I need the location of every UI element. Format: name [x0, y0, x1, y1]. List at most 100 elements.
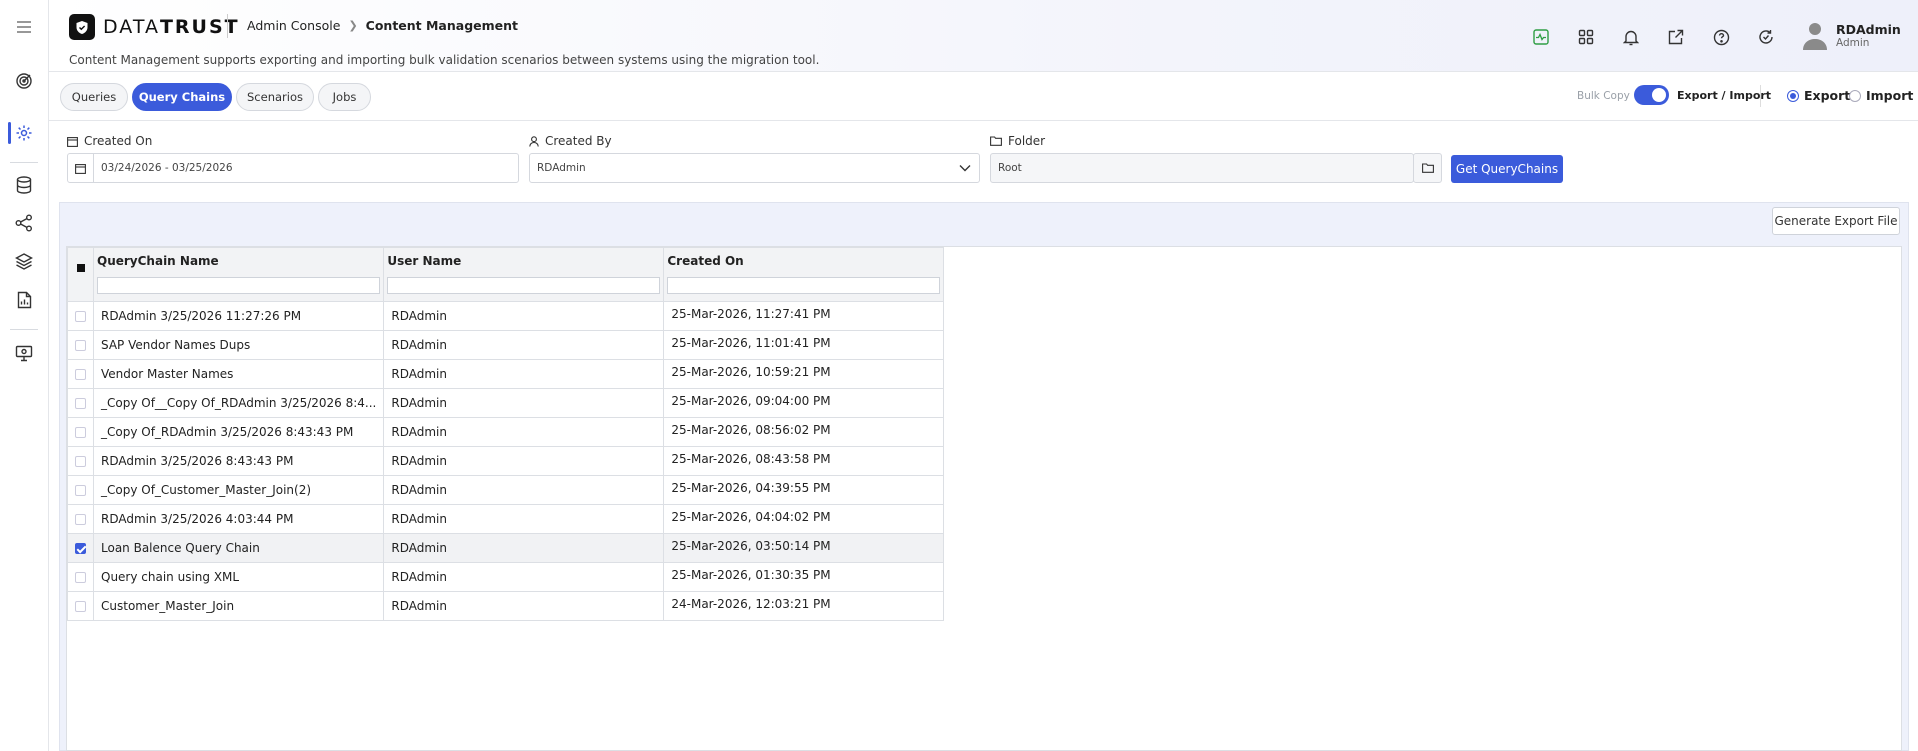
activity-icon[interactable]: [1530, 26, 1552, 48]
row-checkbox-cell[interactable]: [67, 417, 94, 447]
import-radio[interactable]: Import: [1849, 88, 1913, 103]
column-header-created[interactable]: Created On: [663, 247, 945, 302]
date-range-input[interactable]: 03/24/2026 - 03/25/2026: [67, 153, 519, 183]
row-checkbox[interactable]: [75, 484, 86, 496]
created-by-select[interactable]: RDAdmin: [529, 153, 980, 183]
folder-input[interactable]: Root: [990, 153, 1414, 183]
tab-jobs[interactable]: Jobs: [318, 83, 371, 111]
table-row[interactable]: _Copy Of__Copy Of_RDAdmin 3/25/2026 8:4.…: [67, 388, 945, 418]
share-nodes-icon[interactable]: [13, 212, 35, 234]
folder-browse-button[interactable]: [1413, 153, 1442, 183]
table-row[interactable]: RDAdmin 3/25/2026 8:43:43 PM RDAdmin 25-Ma…: [67, 446, 945, 476]
tab-query-chains[interactable]: Query Chains: [132, 83, 232, 111]
bell-icon[interactable]: [1620, 26, 1642, 48]
calendar-icon[interactable]: [68, 154, 94, 182]
table-row[interactable]: RDAdmin 3/25/2026 11:27:26 PM RDAdmin 25-M…: [67, 301, 945, 331]
row-checkbox[interactable]: [75, 310, 86, 322]
row-checkbox-cell[interactable]: [67, 388, 94, 418]
row-checkbox[interactable]: [75, 339, 86, 351]
row-checkbox[interactable]: [75, 542, 86, 554]
row-checkbox[interactable]: [75, 513, 86, 525]
row-checkbox[interactable]: [75, 600, 86, 612]
select-all-header[interactable]: [67, 247, 94, 302]
row-checkbox[interactable]: [75, 368, 86, 380]
table-row[interactable]: RDAdmin 3/25/2026 4:03:44 PM RDAdmin 25-Ma…: [67, 504, 945, 534]
row-checkbox[interactable]: [75, 571, 86, 583]
menu-icon[interactable]: [13, 16, 35, 38]
row-checkbox-cell[interactable]: [67, 533, 94, 563]
column-header-name[interactable]: QueryChain Name: [92, 247, 385, 302]
table-row[interactable]: Query chain using XML RDAdmin 25-Mar-2026,…: [67, 562, 945, 592]
querychain-name-cell: Vendor Master Names: [92, 359, 385, 389]
querychain-name-cell: RDAdmin 3/25/2026 8:43:43 PM: [92, 446, 385, 476]
querychain-name-cell: SAP Vendor Names Dups: [92, 330, 385, 360]
table-row[interactable]: Loan Balence Query Chain RDAdmin 25-Mar-20…: [67, 533, 945, 563]
row-checkbox-cell[interactable]: [67, 591, 94, 621]
tab-queries[interactable]: Queries: [60, 83, 128, 111]
table-row[interactable]: Vendor Master Names RDAdmin 25-Mar-2026, 1…: [67, 359, 945, 389]
toolbar-divider: [1760, 85, 1761, 107]
settings-icon[interactable]: [13, 122, 35, 144]
chevron-right-icon: ❯: [348, 19, 358, 32]
querychain-name-cell: Customer_Master_Join: [92, 591, 385, 621]
export-import-label: Export / Import: [1677, 89, 1772, 102]
header-actions: [1530, 26, 1777, 48]
row-checkbox-cell[interactable]: [67, 475, 94, 505]
avatar: [1802, 20, 1828, 50]
folder-value: Root: [998, 162, 1022, 174]
user-role: Admin: [1836, 36, 1870, 49]
logo-text: DATATRUST: [103, 16, 240, 38]
created-on-cell: 25-Mar-2026, 03:50:14 PM: [663, 533, 945, 563]
row-checkbox[interactable]: [75, 455, 86, 467]
user-name-cell: RDAdmin: [383, 301, 665, 331]
export-radio[interactable]: Export: [1787, 88, 1850, 103]
row-checkbox[interactable]: [75, 397, 86, 409]
column-header-user[interactable]: User Name: [383, 247, 665, 302]
row-checkbox-cell[interactable]: [67, 562, 94, 592]
help-icon[interactable]: [1710, 26, 1732, 48]
layers-icon[interactable]: [13, 250, 35, 272]
row-checkbox-cell[interactable]: [67, 504, 94, 534]
row-checkbox-cell[interactable]: [67, 359, 94, 389]
row-checkbox[interactable]: [75, 426, 86, 438]
export-radio-label: Export: [1804, 88, 1851, 103]
row-checkbox-cell[interactable]: [67, 330, 94, 360]
report-icon[interactable]: [13, 289, 35, 311]
tab-scenarios[interactable]: Scenarios: [236, 83, 314, 111]
generate-export-file-button[interactable]: Generate Export File: [1772, 207, 1900, 235]
database-icon[interactable]: [13, 174, 35, 196]
querychain-name-cell: RDAdmin 3/25/2026 11:27:26 PM: [92, 301, 385, 331]
table-row[interactable]: _Copy Of_Customer_Master_Join(2) RDAdmin 2…: [67, 475, 945, 505]
user-name-cell: RDAdmin: [383, 446, 665, 476]
apps-grid-icon[interactable]: [1575, 26, 1597, 48]
user-name-cell: RDAdmin: [383, 504, 665, 534]
name-filter-input[interactable]: [97, 277, 381, 294]
monitor-settings-icon[interactable]: [13, 342, 35, 364]
target-icon[interactable]: [13, 70, 35, 92]
table-row[interactable]: _Copy Of_RDAdmin 3/25/2026 8:43:43 PM RDA…: [67, 417, 945, 447]
sidebar-divider: [10, 329, 38, 330]
querychain-name-cell: Loan Balence Query Chain: [92, 533, 385, 563]
get-querychains-button[interactable]: Get QueryChains: [1451, 155, 1563, 183]
user-menu[interactable]: RDAdmin Admin: [1802, 20, 1901, 50]
page-description: Content Management supports exporting an…: [69, 53, 820, 67]
bulk-copy-label: Bulk Copy: [1577, 90, 1630, 102]
querychain-name-cell: Query chain using XML: [92, 562, 385, 592]
datatrust-logo[interactable]: DATATRUST: [69, 14, 240, 40]
querychain-name-cell: RDAdmin 3/25/2026 4:03:44 PM: [92, 504, 385, 534]
row-checkbox-cell[interactable]: [67, 446, 94, 476]
breadcrumb-content-management: Content Management: [365, 18, 519, 33]
created-filter-input[interactable]: [667, 277, 941, 294]
user-filter-input[interactable]: [387, 277, 661, 294]
external-link-icon[interactable]: [1665, 26, 1687, 48]
chevron-down-icon: [959, 165, 971, 172]
refresh-icon[interactable]: [1755, 26, 1777, 48]
breadcrumb-admin-console[interactable]: Admin Console: [247, 18, 340, 33]
bulk-copy-toggle[interactable]: [1634, 85, 1669, 105]
table-row[interactable]: Customer_Master_Join RDAdmin 24-Mar-2026, …: [67, 591, 945, 621]
select-all-checkbox[interactable]: [76, 264, 85, 272]
querychain-grid: QueryChain Name User Name Created On RDA…: [67, 247, 945, 621]
created-on-cell: 25-Mar-2026, 08:43:58 PM: [663, 446, 945, 476]
table-row[interactable]: SAP Vendor Names Dups RDAdmin 25-Mar-2026,…: [67, 330, 945, 360]
row-checkbox-cell[interactable]: [67, 301, 94, 331]
